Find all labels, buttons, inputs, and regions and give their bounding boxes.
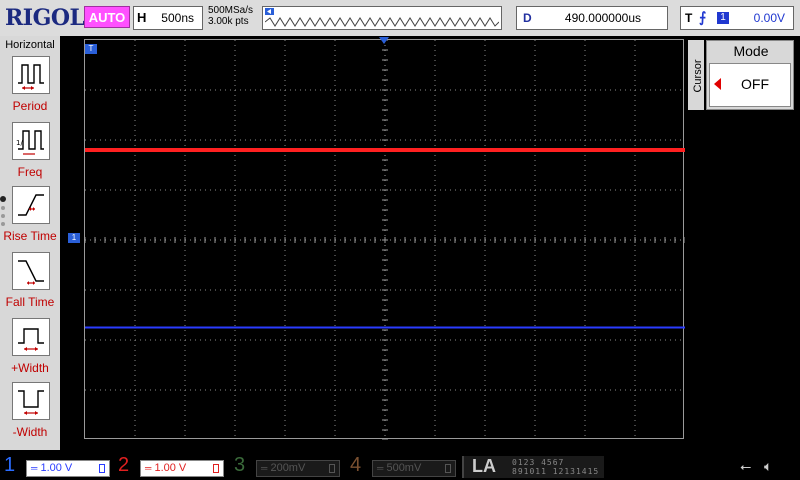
la-bits-low: 0123 4567	[512, 458, 565, 467]
channel-status-bar: 1 ═ 1.00 V 2 ═ 1.00 V 3 ═ 200mV 4 ═ 500m…	[0, 452, 800, 480]
bandwidth-limit-icon	[329, 464, 335, 473]
cursor-side-label: Cursor	[690, 58, 704, 98]
menu-item-label: Rise Time	[3, 229, 57, 243]
memory-overview-bar[interactable]	[262, 6, 502, 30]
menu-item-label: Fall Time	[5, 295, 55, 309]
usb-icon: ⭠	[740, 458, 752, 474]
menu-item-label: -Width	[12, 425, 48, 439]
channel2-scale-box: ═ 1.00 V	[140, 460, 224, 477]
trigger-letter: T	[685, 11, 693, 25]
menu-item-label: Period	[12, 99, 48, 113]
la-label: LA	[472, 456, 496, 476]
channel3-scale: 200mV	[270, 462, 306, 474]
channel2-status[interactable]: 2 ═ 1.00 V	[114, 452, 226, 480]
menu-item-fall-time[interactable]: Fall Time	[0, 252, 60, 316]
bandwidth-limit-icon	[445, 464, 451, 473]
delay-display[interactable]: D 490.000000us	[516, 6, 668, 30]
mode-value-field[interactable]: OFF	[709, 63, 791, 107]
channel3-number: 3	[234, 454, 246, 476]
cursor-label-text: Cursor	[692, 59, 704, 93]
channel2-number: 2	[118, 454, 130, 476]
mode-value: OFF	[741, 76, 769, 92]
rising-edge-icon: ⨍	[699, 9, 707, 25]
channel2-scale: 1.00 V	[154, 462, 187, 474]
frequency-icon: 1/	[12, 122, 50, 160]
dc-coupling-icon: ═	[145, 463, 152, 473]
menu-item-label: Freq	[17, 165, 43, 179]
menu-item-freq[interactable]: 1/ Freq	[0, 122, 60, 186]
channel4-status[interactable]: 4 ═ 500mV	[346, 452, 458, 480]
menu-item-rise-time[interactable]: Rise Time	[0, 186, 60, 250]
timebase-value: 500ns	[161, 11, 194, 25]
menu-item-label: +Width	[11, 361, 49, 375]
channel1-scale-box: ═ 1.00 V	[26, 460, 110, 477]
horizontal-letter: H	[137, 10, 147, 25]
fall-time-icon	[12, 252, 50, 290]
la-bits-high: 891011 12131415	[512, 467, 600, 476]
channel1-scale: 1.00 V	[40, 462, 73, 474]
timebase-display[interactable]: H 500ns	[133, 6, 203, 30]
menu-title: Horizontal	[5, 39, 55, 51]
mode-title: Mode	[733, 43, 769, 59]
top-status-bar: RIGOL AUTO H 500ns 500MSa/s 3.00k pts D …	[0, 0, 800, 36]
logic-analyzer-status[interactable]: LA 0123 4567 891011 12131415	[462, 456, 604, 478]
channel4-number: 4	[350, 454, 362, 476]
memory-depth: 3.00k pts	[208, 16, 249, 27]
sample-rate: 500MSa/s	[208, 5, 254, 16]
rise-time-icon	[12, 186, 50, 224]
menu-item-period[interactable]: Period	[0, 56, 60, 120]
dc-coupling-icon: ═	[261, 463, 268, 473]
dc-coupling-icon: ═	[31, 463, 38, 473]
trigger-level-value: 0.00V	[753, 11, 785, 25]
trigger-source-badge: 1	[717, 12, 729, 24]
channel3-status[interactable]: 3 ═ 200mV	[230, 452, 342, 480]
trigger-display[interactable]: T ⨍ 1 0.00V	[680, 6, 794, 30]
graticule	[85, 40, 685, 440]
waveform-display[interactable]	[84, 39, 685, 440]
waveform-overview-icon	[265, 17, 499, 27]
svg-text:1/: 1/	[16, 139, 23, 147]
channel4-scale-box: ═ 500mV	[372, 460, 456, 477]
horizontal-position-marker[interactable]	[379, 37, 389, 44]
cursor-mode-softkey[interactable]: Mode OFF	[706, 40, 794, 110]
delay-value: 490.000000us	[564, 11, 641, 25]
trigger-position-marker[interactable]: T	[85, 44, 97, 54]
bandwidth-limit-icon	[213, 464, 219, 473]
channel1-offset-marker[interactable]: 1	[68, 233, 80, 243]
channel3-scale-box: ═ 200mV	[256, 460, 340, 477]
channel1-status[interactable]: 1 ═ 1.00 V	[0, 452, 112, 480]
positive-width-icon	[12, 318, 50, 356]
period-icon	[12, 56, 50, 94]
memory-position-marker	[265, 8, 274, 15]
delay-letter: D	[523, 11, 532, 25]
bandwidth-limit-icon	[99, 464, 105, 473]
menu-item-positive-width[interactable]: +Width	[0, 318, 60, 382]
speaker-muted-icon[interactable]: 🔈︎	[764, 458, 772, 475]
channel4-scale: 500mV	[386, 462, 422, 474]
la-bit-map: 0123 4567 891011 12131415	[512, 458, 599, 476]
run-status-badge[interactable]: AUTO	[84, 6, 130, 28]
dc-coupling-icon: ═	[377, 463, 384, 473]
channel1-number: 1	[4, 454, 16, 476]
brand-logo: RIGOL	[5, 5, 85, 31]
acquisition-info: 500MSa/s 3.00k pts	[208, 5, 253, 27]
menu-item-negative-width[interactable]: -Width	[0, 382, 60, 446]
horizontal-measure-menu: Horizontal Period 1/ Freq Rise Time Fall…	[0, 36, 60, 450]
negative-width-icon	[12, 382, 50, 420]
